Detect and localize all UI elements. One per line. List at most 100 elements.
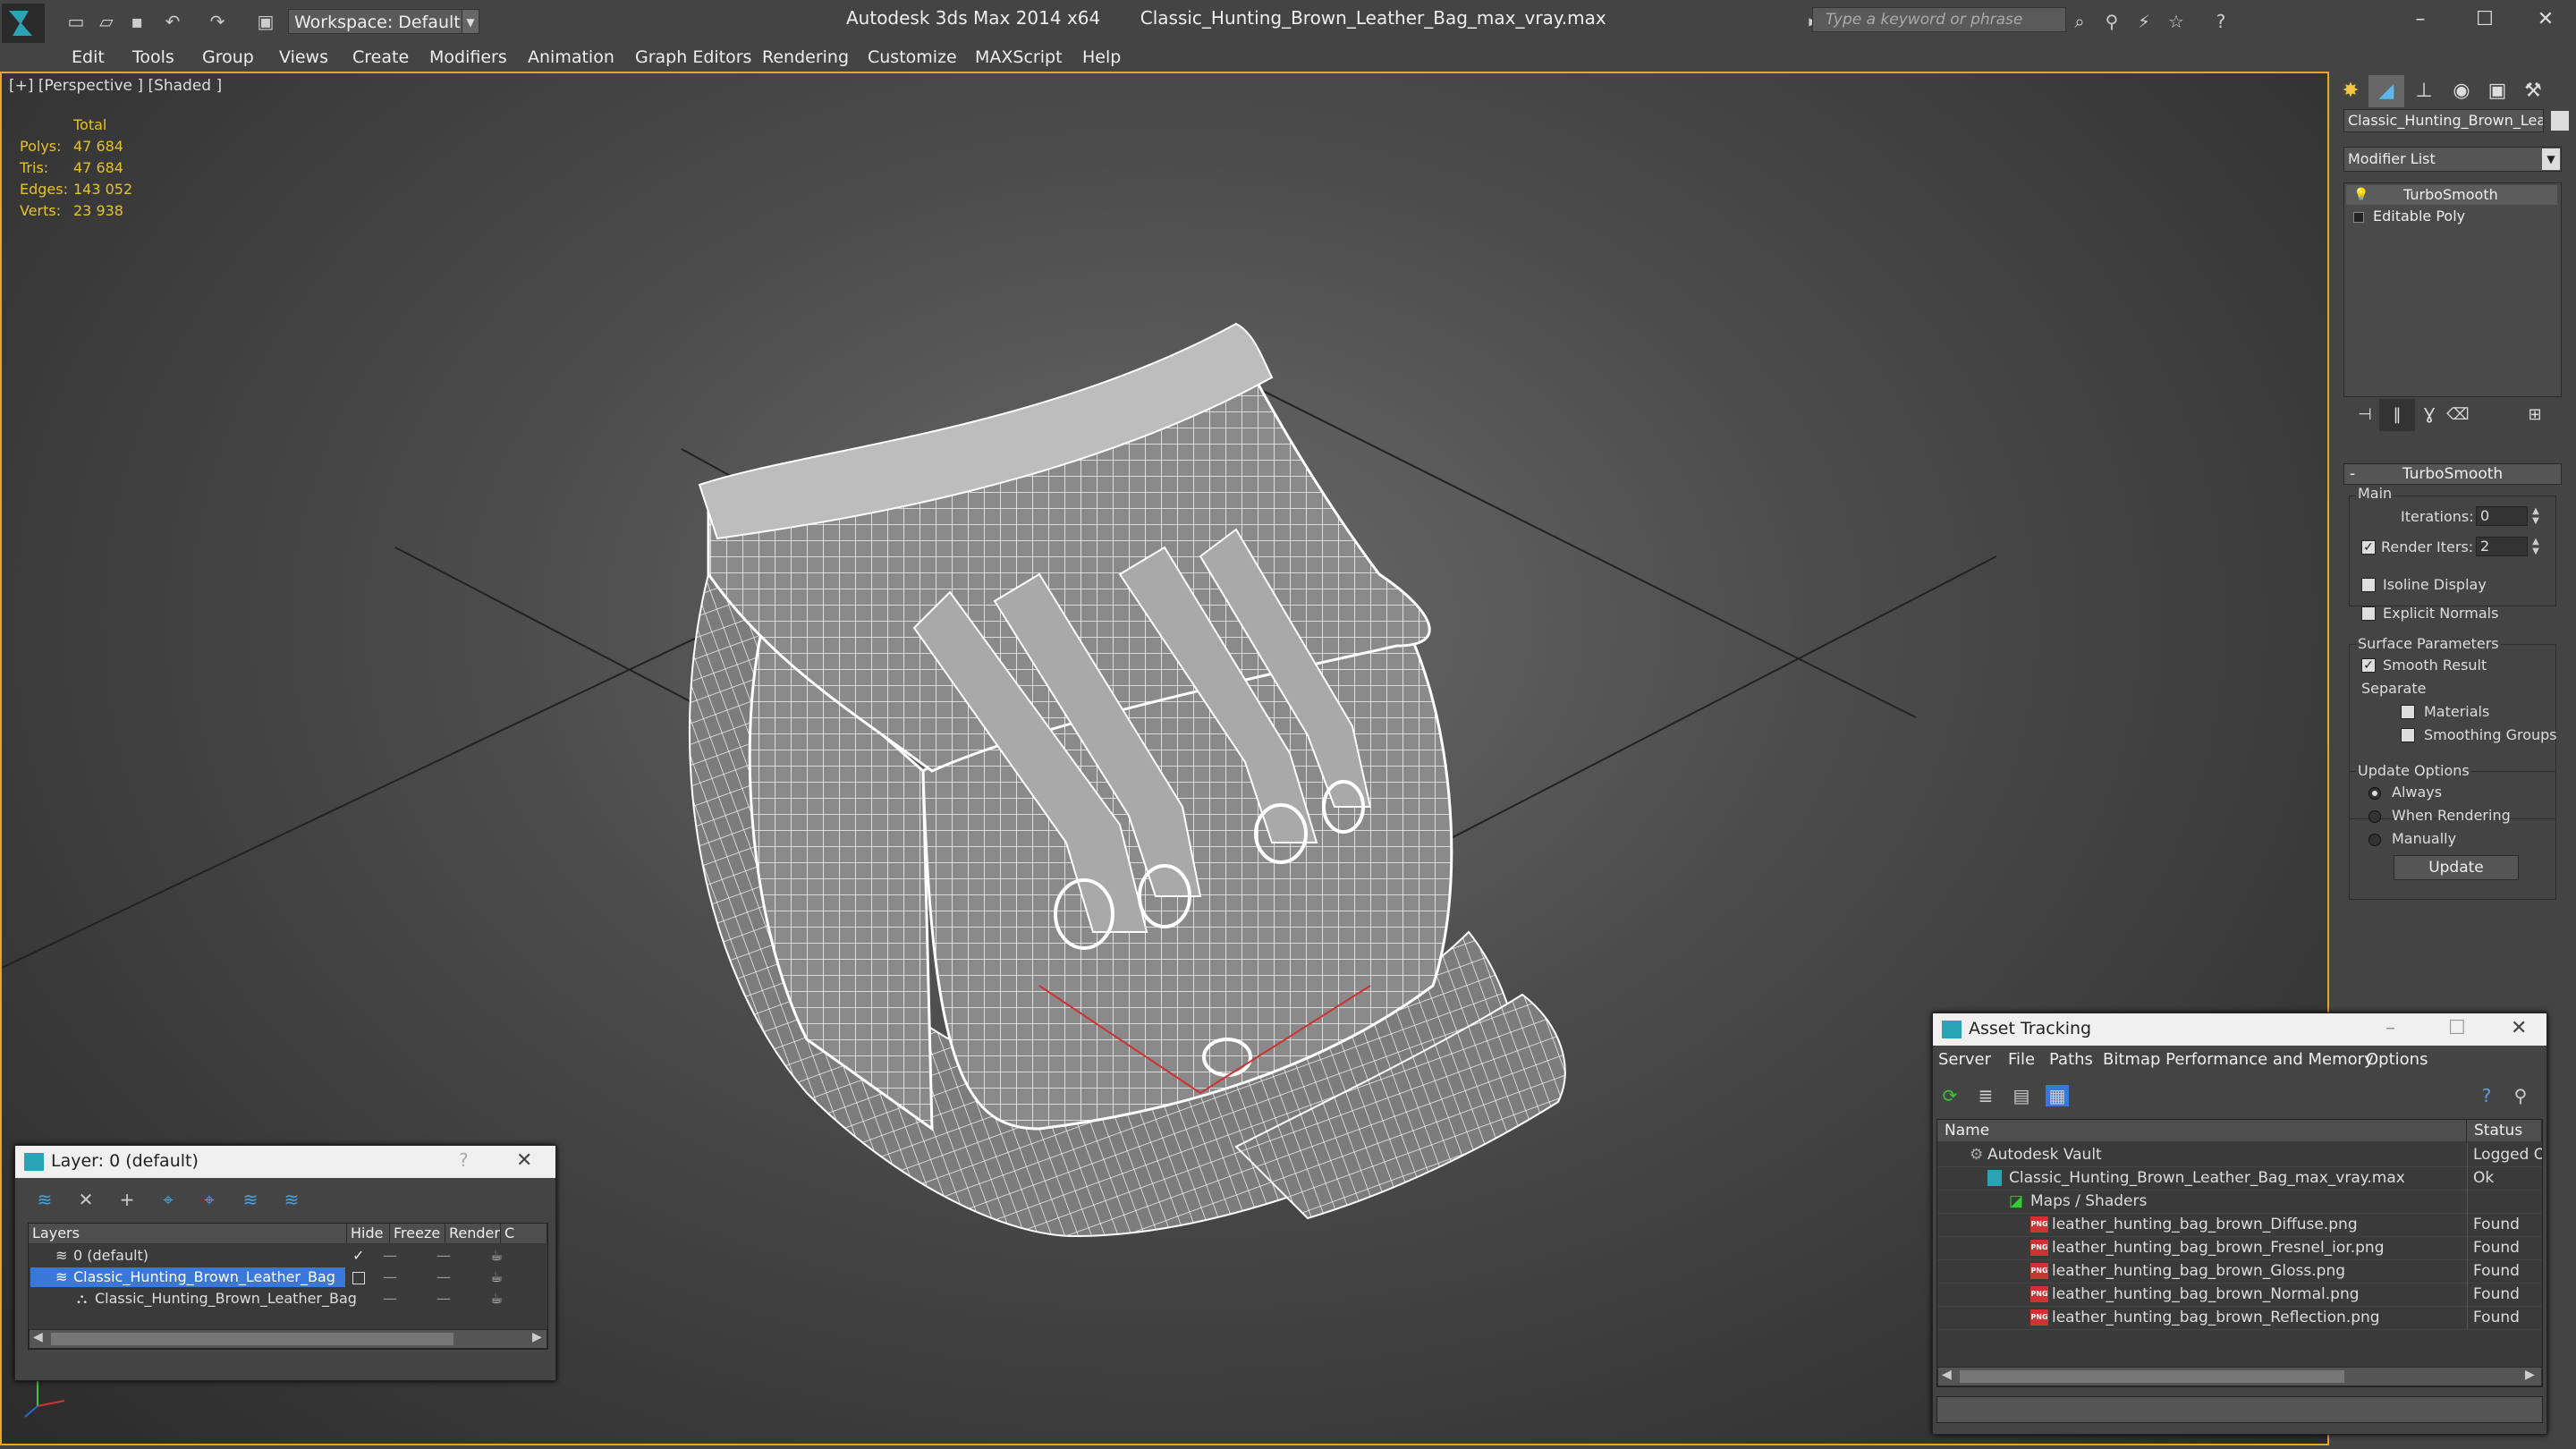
- update-always-radio[interactable]: [2368, 787, 2381, 800]
- favorites-star-icon[interactable]: ☆: [2165, 11, 2188, 32]
- scroll-left-icon[interactable]: ◀: [33, 1330, 43, 1344]
- chevron-down-icon[interactable]: ▼: [2542, 148, 2560, 170]
- new-layer-icon[interactable]: ≋: [33, 1189, 56, 1210]
- smoothing-groups-checkbox[interactable]: [2401, 728, 2415, 742]
- new-file-icon[interactable]: ▭: [64, 11, 88, 32]
- horizontal-scrollbar[interactable]: ◀ ▶: [1937, 1367, 2542, 1386]
- table-view-icon[interactable]: ▦: [2046, 1085, 2069, 1106]
- binoculars-icon[interactable]: ⌕: [2068, 11, 2091, 32]
- menu-group[interactable]: Group: [202, 47, 254, 68]
- help-icon[interactable]: ?: [2209, 11, 2233, 32]
- render-iters-checkbox[interactable]: ✓: [2361, 540, 2376, 555]
- asset-row-texture[interactable]: PNG leather_hunting_bag_brown_Fresnel_io…: [1937, 1236, 2542, 1260]
- column-header-name[interactable]: Name: [1937, 1120, 2467, 1141]
- app-logo-icon[interactable]: [2, 4, 45, 43]
- menu-customize[interactable]: Customize: [868, 47, 957, 68]
- minimize-icon[interactable]: –: [2385, 1017, 2395, 1039]
- horizontal-scrollbar[interactable]: ◀ ▶: [29, 1329, 547, 1349]
- scrollbar-thumb[interactable]: [51, 1333, 453, 1345]
- minimize-button[interactable]: –: [2394, 4, 2447, 36]
- scrollbar-thumb[interactable]: [1960, 1370, 2344, 1383]
- menu-help[interactable]: Help: [1082, 47, 1121, 68]
- stack-item-editable-poly[interactable]: Editable Poly: [2346, 207, 2557, 226]
- close-icon[interactable]: ✕: [516, 1149, 532, 1172]
- stack-item-turbosmooth[interactable]: 💡 TurboSmooth: [2346, 185, 2557, 205]
- hide-toggle-icon[interactable]: —: [383, 1245, 397, 1267]
- add-to-layer-icon[interactable]: +: [115, 1189, 139, 1210]
- column-header-layers[interactable]: Layers: [29, 1224, 347, 1243]
- menu-paths[interactable]: Paths: [2049, 1049, 2093, 1071]
- thumbnail-view-icon[interactable]: ▤: [2010, 1085, 2033, 1106]
- configure-sets-icon[interactable]: ⊞: [2517, 399, 2553, 431]
- scroll-right-icon[interactable]: ▶: [532, 1330, 542, 1344]
- maximize-button[interactable]: ☐: [2458, 4, 2512, 36]
- communication-icon[interactable]: ⚡: [2132, 11, 2156, 32]
- freeze-toggle-icon[interactable]: —: [436, 1245, 451, 1267]
- asset-row-vault[interactable]: ⚙ Autodesk Vault Logged O: [1937, 1143, 2542, 1167]
- close-button[interactable]: ✕: [2519, 4, 2572, 36]
- smooth-result-checkbox[interactable]: ✓: [2361, 658, 2376, 673]
- hide-all-icon[interactable]: ≋: [239, 1189, 262, 1210]
- delete-layer-icon[interactable]: ✕: [74, 1189, 97, 1210]
- menu-graph-editors[interactable]: Graph Editors: [635, 47, 751, 68]
- menu-options[interactable]: Options: [2366, 1049, 2428, 1071]
- render-iters-spinner[interactable]: 2: [2476, 537, 2528, 556]
- asset-row-texture[interactable]: PNG leather_hunting_bag_brown_Reflection…: [1937, 1306, 2542, 1330]
- menu-bitmap-performance[interactable]: Bitmap Performance and Memory: [2103, 1049, 2374, 1071]
- help-icon[interactable]: ?: [459, 1149, 469, 1171]
- chevron-down-icon[interactable]: ▼: [462, 9, 479, 34]
- undo-icon[interactable]: ↶: [161, 11, 184, 32]
- iterations-spinner[interactable]: 0: [2476, 506, 2528, 526]
- menu-server[interactable]: Server: [1938, 1049, 1991, 1071]
- column-header-color[interactable]: C: [501, 1224, 547, 1243]
- asset-row-texture[interactable]: PNG leather_hunting_bag_brown_Gloss.png …: [1937, 1259, 2542, 1284]
- create-tab-icon[interactable]: ✸: [2333, 75, 2368, 107]
- expand-box-icon[interactable]: [2353, 212, 2364, 223]
- hierarchy-tab-icon[interactable]: ⊥: [2406, 75, 2442, 107]
- subscription-icon[interactable]: ⚲: [2100, 11, 2123, 32]
- open-file-icon[interactable]: ▱: [95, 11, 118, 32]
- asset-tracking-titlebar[interactable]: Asset Tracking – ☐ ✕: [1933, 1013, 2546, 1046]
- update-manually-radio[interactable]: [2368, 834, 2381, 846]
- help-topic-icon[interactable]: ⚲: [2509, 1085, 2532, 1106]
- pin-stack-icon[interactable]: ⊣: [2347, 399, 2383, 431]
- active-box-icon[interactable]: [352, 1272, 365, 1284]
- materials-checkbox[interactable]: [2401, 705, 2415, 719]
- render-teapot-icon[interactable]: ☕: [490, 1267, 503, 1288]
- render-teapot-icon[interactable]: ☕: [490, 1288, 503, 1309]
- remove-modifier-icon[interactable]: ⌫: [2440, 399, 2476, 431]
- redo-icon[interactable]: ↷: [206, 11, 229, 32]
- column-header-status[interactable]: Status: [2467, 1120, 2542, 1141]
- column-header-render[interactable]: Render: [445, 1224, 501, 1243]
- refresh-icon[interactable]: ⟳: [1938, 1085, 1962, 1106]
- object-name-field[interactable]: Classic_Hunting_Brown_Leath: [2343, 109, 2544, 132]
- help-icon[interactable]: ?: [2475, 1085, 2498, 1106]
- layer-row-selected[interactable]: ≋ Classic_Hunting_Brown_Leather_Bag — — …: [29, 1267, 547, 1288]
- utilities-tab-icon[interactable]: ⚒: [2515, 75, 2551, 107]
- list-view-icon[interactable]: ≣: [1974, 1085, 1997, 1106]
- asset-row-texture[interactable]: PNG leather_hunting_bag_brown_Normal.png…: [1937, 1283, 2542, 1307]
- show-end-result-icon[interactable]: ‖: [2379, 399, 2415, 431]
- menu-file[interactable]: File: [2008, 1049, 2035, 1071]
- motion-tab-icon[interactable]: ◉: [2444, 75, 2479, 107]
- workspace-dropdown[interactable]: Workspace: Default: [288, 9, 479, 34]
- menu-views[interactable]: Views: [279, 47, 328, 68]
- scroll-left-icon[interactable]: ◀: [1942, 1368, 1952, 1382]
- menu-modifiers[interactable]: Modifiers: [429, 47, 507, 68]
- asset-path-field[interactable]: [1936, 1396, 2543, 1423]
- menu-edit[interactable]: Edit: [72, 47, 105, 68]
- modify-tab-icon[interactable]: ◢: [2368, 75, 2404, 107]
- menu-rendering[interactable]: Rendering: [762, 47, 849, 68]
- hide-toggle-icon[interactable]: —: [383, 1288, 397, 1309]
- menu-animation[interactable]: Animation: [528, 47, 614, 68]
- update-when-rendering-radio[interactable]: [2368, 810, 2381, 823]
- maximize-icon[interactable]: ☐: [2448, 1017, 2466, 1039]
- freeze-toggle-icon[interactable]: —: [436, 1267, 451, 1288]
- explicit-normals-checkbox[interactable]: [2361, 606, 2376, 621]
- layer-row[interactable]: ≋ 0 (default) ✓ — — ☕: [29, 1245, 547, 1267]
- hide-toggle-icon[interactable]: —: [383, 1267, 397, 1288]
- object-color-swatch[interactable]: [2551, 111, 2569, 131]
- object-row[interactable]: ⛬ Classic_Hunting_Brown_Leather_Bag — — …: [29, 1288, 547, 1309]
- asset-row-scene[interactable]: Classic_Hunting_Brown_Leather_Bag_max_vr…: [1937, 1166, 2542, 1191]
- isoline-display-checkbox[interactable]: [2361, 578, 2376, 592]
